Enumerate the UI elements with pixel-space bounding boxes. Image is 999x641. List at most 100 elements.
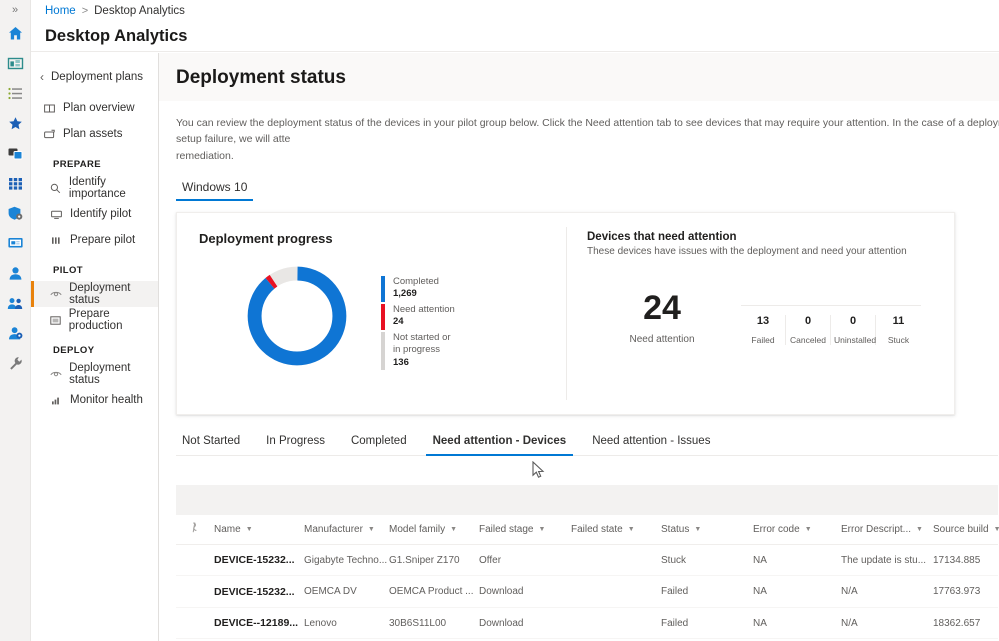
column-header-name[interactable]: Name ▼ [214, 524, 304, 535]
table-row[interactable]: DEVICE-15232... Gigabyte Techno... G1.Sn… [176, 545, 998, 577]
tab-in-progress[interactable]: In Progress [253, 435, 338, 455]
chevron-down-icon: ▼ [538, 526, 545, 533]
users-group-icon[interactable] [0, 288, 31, 318]
expand-rail-icon[interactable]: » [0, 2, 31, 18]
page-description: You can review the deployment status of … [159, 101, 999, 164]
need-attention-subtitle: These devices have issues with the deplo… [587, 246, 954, 257]
book-icon [42, 103, 56, 114]
column-header-source-build[interactable]: Source build ▼ [933, 524, 999, 535]
column-header-failed-state[interactable]: Failed state ▼ [571, 524, 661, 535]
column-label: Failed state [571, 524, 623, 535]
legend-swatch [381, 276, 385, 302]
column-header-failed-stage[interactable]: Failed stage ▼ [479, 524, 571, 535]
chevron-down-icon: ▼ [450, 526, 457, 533]
chart-icon [49, 395, 63, 406]
shield-icon[interactable] [0, 198, 31, 228]
chevron-down-icon: ▼ [805, 526, 812, 533]
tab-windows-10[interactable]: Windows 10 [176, 180, 253, 201]
column-label: Name [214, 524, 241, 535]
sidebar-item-identify-pilot[interactable]: Identify pilot [31, 201, 158, 227]
table-row[interactable]: DEVICE-15232... OEMCA DV OEMCA Product .… [176, 576, 998, 608]
window-icon [49, 315, 62, 326]
column-label: Model family [389, 524, 445, 535]
column-header-model-family[interactable]: Model family ▼ [389, 524, 479, 535]
cell-error-description: N/A [841, 618, 933, 629]
breadcrumb-home-link[interactable]: Home [45, 5, 76, 17]
sidebar-item-label: Plan overview [63, 102, 135, 114]
stat-failed: 13 Failed [741, 315, 786, 345]
table-toolbar[interactable] [176, 485, 998, 515]
sidebar-back-deployment-plans[interactable]: ‹ Deployment plans [31, 65, 158, 89]
user-icon[interactable] [0, 258, 31, 288]
column-header-status[interactable]: Status ▼ [661, 524, 753, 535]
sidebar-item-monitor-health[interactable]: Monitor health [31, 387, 158, 413]
cell-name: DEVICE-15232... [214, 554, 304, 566]
monitor-icon[interactable] [0, 228, 31, 258]
cell-failed-stage: Download [479, 618, 571, 629]
sidebar-item-label: Identify pilot [70, 208, 131, 220]
cell-model-family: OEMCA Product ... [389, 586, 479, 597]
tab-not-started[interactable]: Not Started [176, 435, 253, 455]
need-attention-number: 24 [587, 291, 737, 325]
app-title: Desktop Analytics [31, 22, 999, 52]
stat-value: 0 [834, 315, 872, 327]
sidebar-item-prepare-production[interactable]: Prepare production [31, 307, 158, 333]
legend-swatch [381, 304, 385, 330]
chevron-left-icon: ‹ [40, 70, 44, 84]
search-icon [49, 183, 62, 194]
cell-model-family: 30B6S11L00 [389, 618, 479, 629]
column-label: Source build [933, 524, 989, 535]
column-header-error-description[interactable]: Error Descript... ▼ [841, 524, 933, 535]
tab-need-attention-issues[interactable]: Need attention - Issues [579, 435, 723, 455]
need-attention-summary: 24 Need attention 13 Failed 0 Canceled [587, 291, 954, 345]
cell-error-code: NA [753, 586, 841, 597]
tab-completed[interactable]: Completed [338, 435, 420, 455]
sidebar-item-label: Deployment status [69, 282, 158, 306]
deployment-progress-title: Deployment progress [199, 231, 566, 246]
sidebar-item-label: Plan assets [63, 128, 122, 140]
home-icon[interactable] [0, 18, 31, 48]
column-label: Failed stage [479, 524, 533, 535]
apps-grid-icon[interactable] [0, 168, 31, 198]
wrench-icon[interactable] [0, 348, 31, 378]
sidebar-item-label: Prepare production [69, 308, 158, 332]
stat-canceled: 0 Canceled [786, 315, 831, 345]
cell-manufacturer: OEMCA DV [304, 586, 389, 597]
cell-source-build: 17763.973 [933, 586, 999, 597]
stat-value: 0 [789, 315, 827, 327]
list-icon[interactable] [0, 78, 31, 108]
sidebar-item-deploy-deployment-status[interactable]: Deployment status [31, 361, 158, 387]
user-settings-icon[interactable] [0, 318, 31, 348]
sidebar-item-label: Deployment status [69, 362, 158, 386]
tab-need-attention-devices[interactable]: Need attention - Devices [420, 435, 580, 455]
chevron-down-icon: ▼ [628, 526, 635, 533]
column-header-error-code[interactable]: Error code ▼ [753, 524, 841, 535]
cell-status: Failed [661, 618, 753, 629]
sidebar-item-pilot-deployment-status[interactable]: Deployment status [31, 281, 158, 307]
sidebar-item-prepare-pilot[interactable]: Prepare pilot [31, 227, 158, 253]
page-header: Deployment status [159, 53, 999, 101]
devices-icon[interactable] [0, 138, 31, 168]
sort-flag-icon [190, 522, 200, 536]
dashboard-icon[interactable] [0, 48, 31, 78]
cell-manufacturer: Lenovo [304, 618, 389, 629]
legend-value: 1,269 [393, 288, 459, 299]
cell-status: Failed [661, 586, 753, 597]
sidebar-item-identify-importance[interactable]: Identify importance [31, 175, 158, 201]
column-header-flag[interactable] [176, 522, 214, 536]
monitor-icon [49, 209, 63, 220]
sidebar-group-deploy: DEPLOY [31, 333, 158, 361]
assets-icon [42, 129, 56, 140]
summary-card: Deployment progress [176, 212, 955, 415]
legend-label: Completed [393, 276, 459, 289]
column-header-manufacturer[interactable]: Manufacturer ▼ [304, 524, 389, 535]
sidebar-item-plan-overview[interactable]: Plan overview [31, 95, 158, 121]
cell-error-code: NA [753, 618, 841, 629]
column-label: Error Descript... [841, 524, 911, 535]
icon-rail: » [0, 0, 31, 641]
sidebar-item-plan-assets[interactable]: Plan assets [31, 121, 158, 147]
breadcrumb-current: Desktop Analytics [94, 5, 185, 17]
table-row[interactable]: DEVICE--12189... Lenovo 30B6S11L00 Downl… [176, 608, 998, 640]
star-icon[interactable] [0, 108, 31, 138]
cell-failed-stage: Offer [479, 555, 571, 566]
